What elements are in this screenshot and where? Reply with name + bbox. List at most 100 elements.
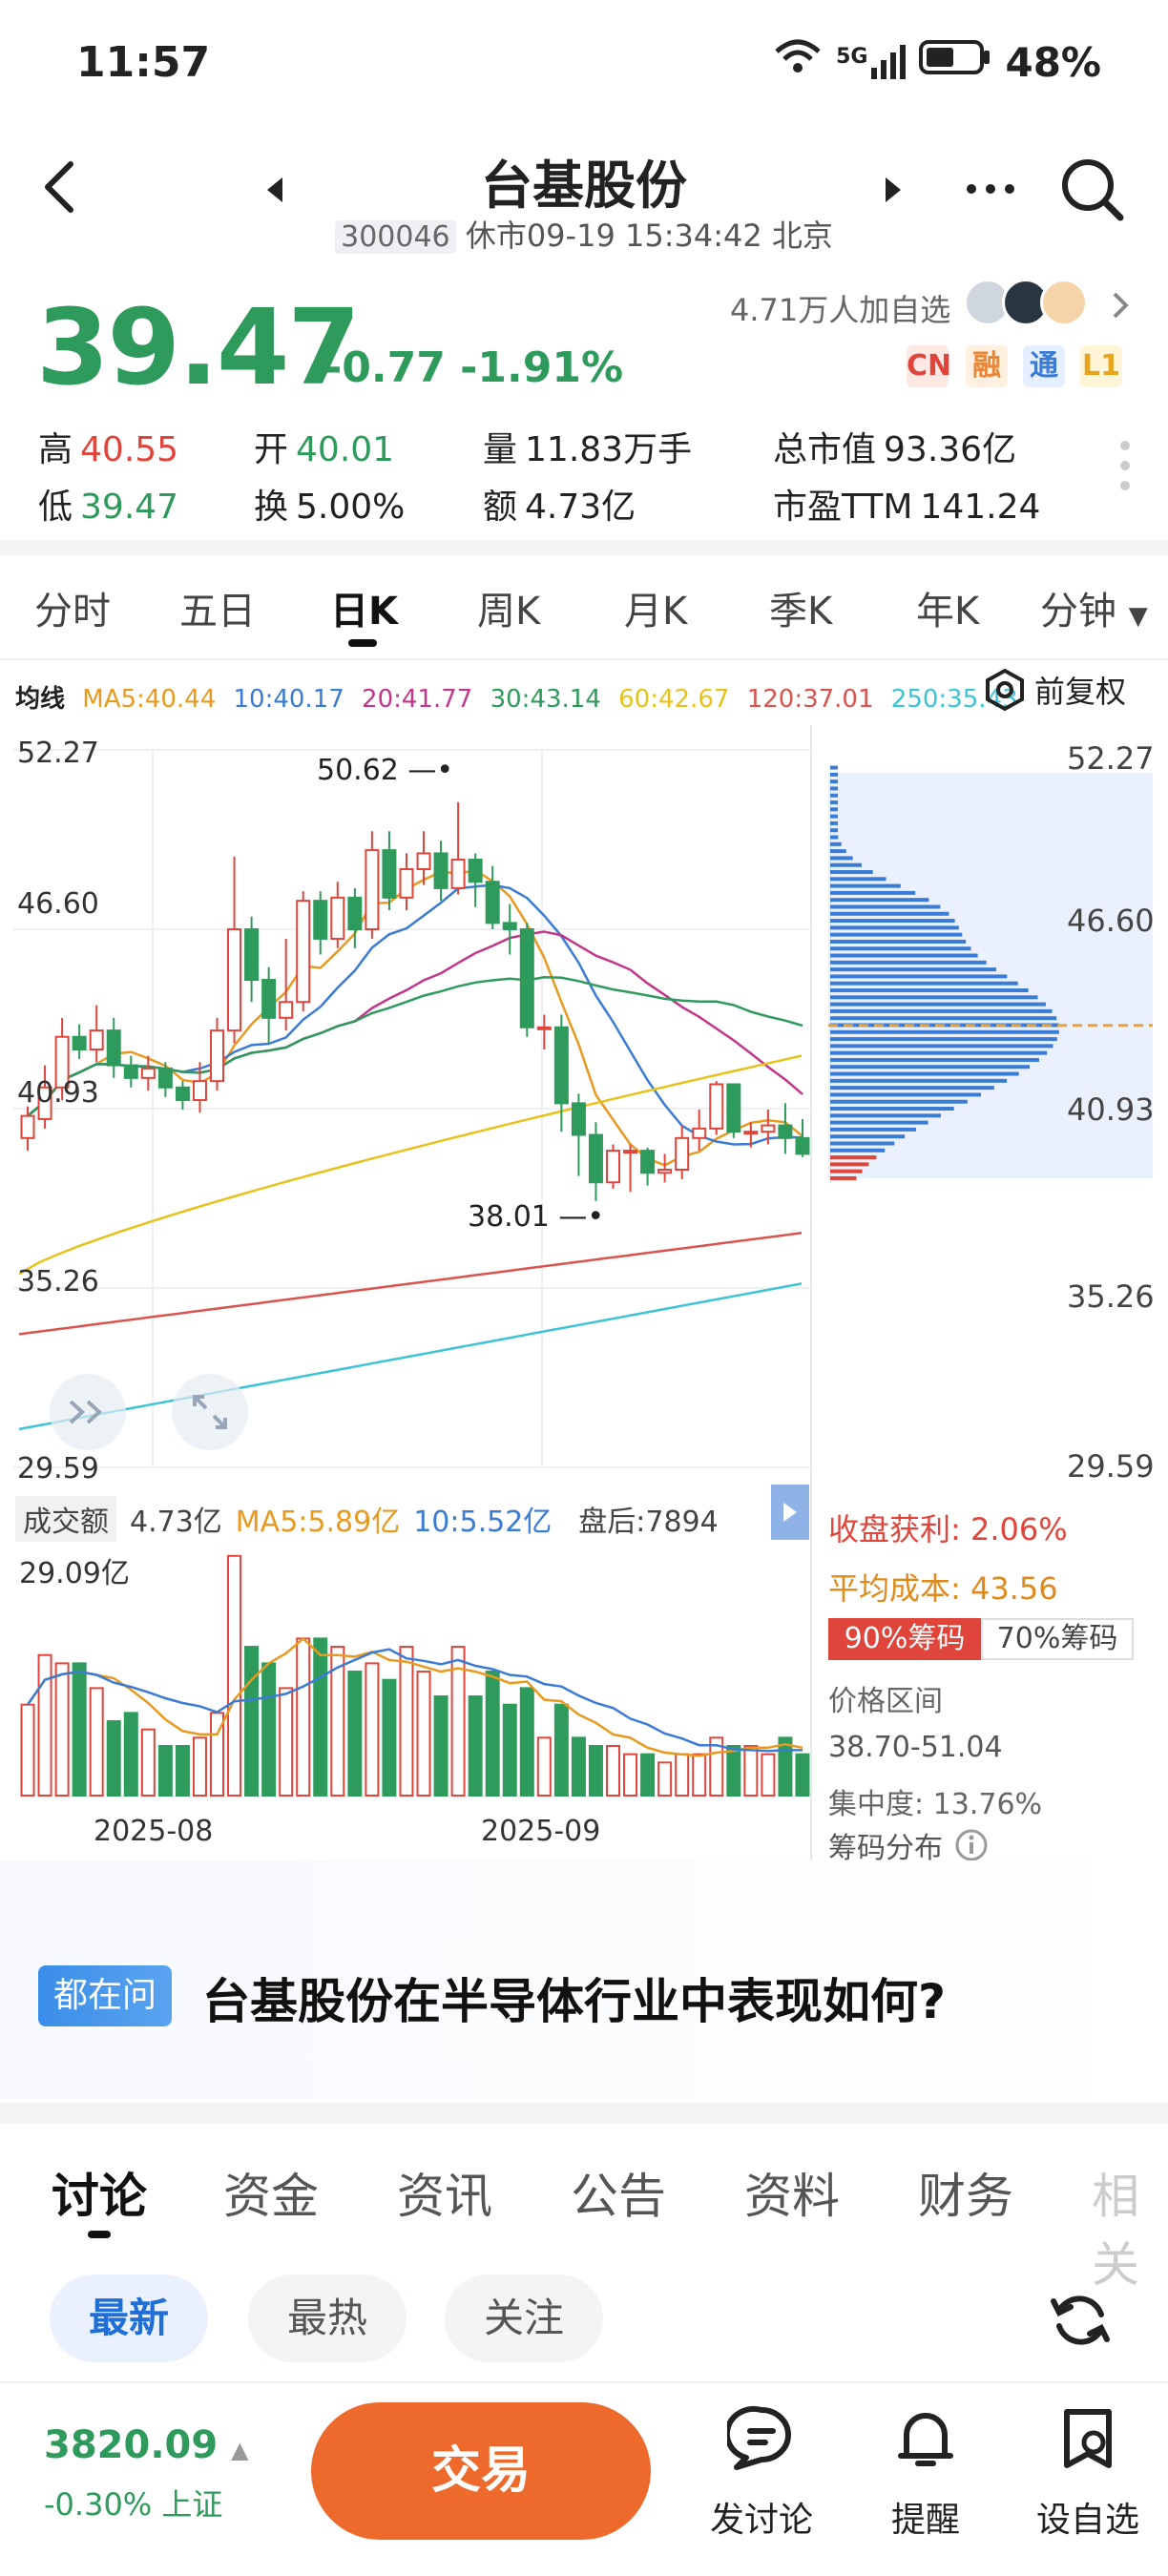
stat-amount: 额 4.73亿: [483, 488, 636, 527]
candle: [502, 922, 517, 930]
price-axis-label: 35.26: [17, 1265, 99, 1298]
average-cost: 平均成本: 43.56: [828, 1570, 1058, 1607]
volume-bar: [468, 1695, 483, 1797]
chip-bar: [830, 1162, 869, 1167]
tab-profile[interactable]: 资料: [744, 2158, 840, 2227]
tab-funds[interactable]: 资金: [223, 2158, 319, 2227]
chip-bar: [830, 786, 838, 791]
chip-bar: [830, 1127, 916, 1132]
volume-bar: [743, 1745, 759, 1797]
question-text[interactable]: 台基股份在半导体行业中表现如何?: [202, 1963, 946, 2032]
stat-market-cap: 总市值 93.36亿: [773, 430, 1017, 469]
volume-bar: [416, 1671, 431, 1797]
chip-bar: [830, 988, 1029, 993]
trade-button[interactable]: 交易: [311, 2402, 651, 2540]
volume-value: 4.73亿: [130, 1506, 222, 1539]
candle: [416, 852, 431, 871]
chip-axis-label: 40.93: [1067, 1091, 1155, 1128]
volume-bar: [640, 1753, 656, 1797]
chip-bar: [830, 793, 838, 798]
fullscreen-icon[interactable]: [172, 1374, 248, 1450]
volume-bar: [433, 1695, 448, 1797]
status-time: 11:57: [76, 38, 211, 87]
candle: [192, 1080, 207, 1102]
volume-bar: [536, 1736, 552, 1797]
more-stats-icon[interactable]: [1118, 439, 1132, 496]
tab-monthly-k[interactable]: 月K: [624, 580, 687, 635]
volume-bar: [485, 1671, 500, 1797]
more-icon[interactable]: [964, 181, 1017, 200]
tab-daily-k[interactable]: 日K: [330, 580, 398, 635]
volume-bar: [72, 1662, 87, 1797]
stat-open: 开 40.01: [254, 430, 395, 469]
chip-bar: [830, 1175, 857, 1180]
candle: [140, 1067, 156, 1079]
tab-yearly-k[interactable]: 年K: [916, 580, 979, 635]
ma-line: [27, 930, 803, 1117]
chip-axis-label: 35.26: [1067, 1278, 1155, 1315]
candle: [761, 1124, 776, 1133]
info-icon: [955, 1829, 988, 1861]
kline-chart[interactable]: [0, 725, 1168, 1860]
index-change: -0.30% 上证: [44, 2486, 223, 2523]
volume-bar: [106, 1720, 121, 1797]
ma-legend: 均线 MA5:40.44 10:40.17 20:41.77 30:43.14 …: [15, 679, 1028, 715]
volume-label[interactable]: 成交额: [15, 1496, 116, 1542]
tab-minute[interactable]: 分钟 ▼: [1040, 580, 1148, 635]
next-stock-icon[interactable]: [882, 176, 905, 208]
chip-bar: [830, 807, 838, 812]
avatar: [1040, 279, 1088, 326]
candle: [313, 900, 328, 940]
stock-subtitle: 300046 休市09-19 15:34:42 北京: [0, 212, 1168, 256]
candle: [365, 849, 380, 931]
volume-bar: [365, 1662, 380, 1797]
chip-bar: [830, 953, 978, 958]
chip-90-tab[interactable]: 90%筹码: [828, 1618, 981, 1660]
filter-following[interactable]: 关注: [445, 2275, 603, 2362]
expand-panel-icon[interactable]: [771, 1485, 809, 1540]
battery-percent: 48%: [1005, 38, 1101, 86]
refresh-icon[interactable]: [1046, 2286, 1115, 2358]
chip-bar: [830, 1155, 877, 1160]
chip-bar: [830, 925, 959, 930]
tab-announcements[interactable]: 公告: [571, 2158, 666, 2227]
candle: [675, 1136, 690, 1171]
chip-bar: [830, 974, 1008, 979]
tab-quarterly-k[interactable]: 季K: [769, 580, 832, 635]
chip-bar: [830, 1037, 1057, 1042]
scroll-forward-icon[interactable]: [50, 1374, 126, 1450]
tab-weekly-k[interactable]: 周K: [477, 580, 540, 635]
candle: [347, 896, 363, 930]
candle: [175, 1086, 190, 1102]
candle: [606, 1150, 620, 1184]
adjust-button[interactable]: 前复权: [983, 668, 1126, 712]
concentration: 集中度: 13.76%: [828, 1788, 1043, 1821]
tab-finance[interactable]: 财务: [918, 2158, 1013, 2227]
volume-bar: [588, 1745, 603, 1797]
chip-bar: [830, 1086, 994, 1091]
followers-count[interactable]: 4.71万人加自选: [730, 286, 950, 330]
tab-related[interactable]: 相关: [1092, 2158, 1168, 2296]
chip-bar: [830, 1169, 863, 1174]
chip-bar: [830, 981, 1018, 986]
filter-hottest[interactable]: 最热: [248, 2275, 407, 2362]
candle: [330, 896, 345, 940]
tab-news[interactable]: 资讯: [397, 2158, 492, 2227]
chevron-right-icon[interactable]: [1109, 290, 1132, 324]
tab-discussion[interactable]: 讨论: [52, 2158, 147, 2227]
filter-latest[interactable]: 最新: [50, 2275, 208, 2362]
candle: [244, 928, 260, 982]
volume-bar: [192, 1736, 207, 1797]
chip-70-tab[interactable]: 70%筹码: [981, 1618, 1134, 1660]
chip-bar: [830, 995, 1038, 1000]
search-icon[interactable]: [1059, 156, 1126, 227]
index-value[interactable]: 3820.09 ▲: [44, 2423, 249, 2467]
chip-bar: [830, 814, 838, 819]
chip-bar: [830, 960, 987, 965]
volume-max-label: 29.09亿: [19, 1557, 130, 1590]
volume-bar: [657, 1761, 673, 1797]
volume-bar: [675, 1753, 690, 1797]
tab-five-day[interactable]: 五日: [179, 580, 256, 635]
candle: [72, 1035, 87, 1050]
tab-intraday[interactable]: 分时: [34, 580, 111, 635]
